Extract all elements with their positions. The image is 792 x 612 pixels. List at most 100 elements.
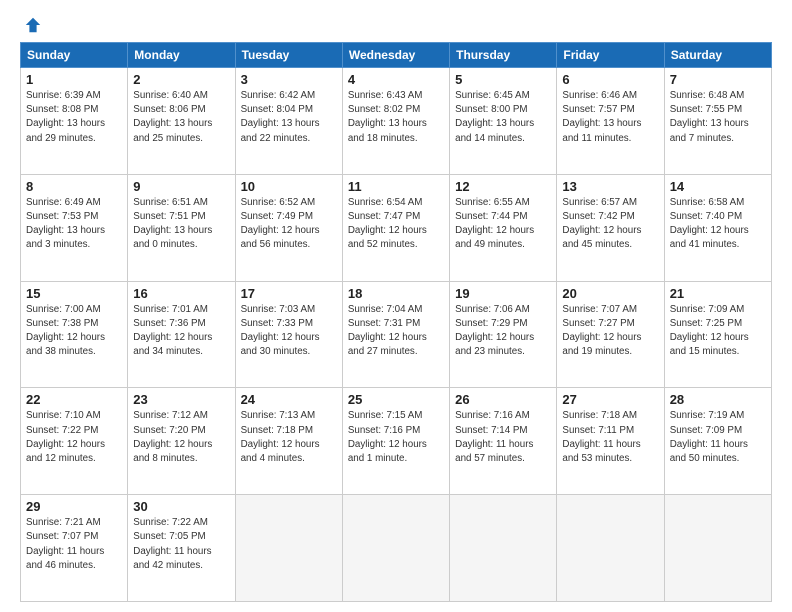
- week-row-2: 8 Sunrise: 6:49 AMSunset: 7:53 PMDaylight…: [21, 174, 772, 281]
- calendar-cell: 13Sunrise: 6:57 AMSunset: 7:42 PMDayligh…: [557, 174, 664, 281]
- cell-info: Sunrise: 6:51 AMSunset: 7:51 PMDaylight:…: [133, 196, 229, 253]
- cell-info: Sunrise: 7:12 AMSunset: 7:20 PMDaylight:…: [133, 409, 229, 466]
- calendar-cell: 17Sunrise: 7:03 AMSunset: 7:33 PMDayligh…: [235, 281, 342, 388]
- calendar-cell: [450, 495, 557, 602]
- cell-info: Sunrise: 7:06 AMSunset: 7:29 PMDaylight:…: [455, 303, 551, 360]
- cell-info: Sunrise: 6:58 AMSunset: 7:40 PMDaylight:…: [670, 196, 766, 253]
- day-number: 11: [348, 179, 444, 194]
- calendar-cell: 21 Sunrise: 7:09 AMSunset: 7:25 PMDayligh…: [664, 281, 771, 388]
- cell-info: Sunrise: 7:09 AMSunset: 7:25 PMDaylight:…: [670, 303, 766, 360]
- cell-info: Sunrise: 6:52 AMSunset: 7:49 PMDaylight:…: [241, 196, 337, 253]
- day-number: 30: [133, 499, 229, 514]
- calendar-cell: 18Sunrise: 7:04 AMSunset: 7:31 PMDayligh…: [342, 281, 449, 388]
- day-number: 26: [455, 392, 551, 407]
- calendar-cell: [664, 495, 771, 602]
- cell-info: Sunrise: 7:22 AMSunset: 7:05 PMDaylight:…: [133, 516, 229, 573]
- cell-info: Sunrise: 7:16 AMSunset: 7:14 PMDaylight:…: [455, 409, 551, 466]
- calendar-cell: 16 Sunrise: 7:01 AMSunset: 7:36 PMDayligh…: [128, 281, 235, 388]
- week-row-4: 22 Sunrise: 7:10 AMSunset: 7:22 PMDayligh…: [21, 388, 772, 495]
- cell-info: Sunrise: 7:01 AMSunset: 7:36 PMDaylight:…: [133, 303, 229, 360]
- day-number: 22: [26, 392, 122, 407]
- calendar-cell: 25Sunrise: 7:15 AMSunset: 7:16 PMDayligh…: [342, 388, 449, 495]
- calendar-cell: 12 Sunrise: 6:55 AMSunset: 7:44 PMDayligh…: [450, 174, 557, 281]
- calendar-cell: 5Sunrise: 6:45 AMSunset: 8:00 PMDaylight…: [450, 68, 557, 175]
- day-number: 23: [133, 392, 229, 407]
- calendar-cell: 28 Sunrise: 7:19 AMSunset: 7:09 PMDayligh…: [664, 388, 771, 495]
- calendar-cell: 23 Sunrise: 7:12 AMSunset: 7:20 PMDayligh…: [128, 388, 235, 495]
- calendar-cell: [557, 495, 664, 602]
- day-number: 28: [670, 392, 766, 407]
- calendar-cell: [342, 495, 449, 602]
- weekday-header-thursday: Thursday: [450, 43, 557, 68]
- day-number: 24: [241, 392, 337, 407]
- calendar-cell: 24 Sunrise: 7:13 AMSunset: 7:18 PMDayligh…: [235, 388, 342, 495]
- cell-info: Sunrise: 7:13 AMSunset: 7:18 PMDaylight:…: [241, 409, 337, 466]
- day-number: 13: [562, 179, 658, 194]
- day-number: 18: [348, 286, 444, 301]
- calendar-cell: [235, 495, 342, 602]
- day-number: 7: [670, 72, 766, 87]
- header: [20, 16, 772, 34]
- calendar-cell: 26 Sunrise: 7:16 AMSunset: 7:14 PMDayligh…: [450, 388, 557, 495]
- cell-info: Sunrise: 7:10 AMSunset: 7:22 PMDaylight:…: [26, 409, 122, 466]
- cell-info: Sunrise: 6:45 AMSunset: 8:00 PMDaylight:…: [455, 89, 551, 146]
- day-number: 14: [670, 179, 766, 194]
- logo: [20, 16, 42, 34]
- calendar-cell: 6Sunrise: 6:46 AMSunset: 7:57 PMDaylight…: [557, 68, 664, 175]
- cell-info: Sunrise: 6:55 AMSunset: 7:44 PMDaylight:…: [455, 196, 551, 253]
- cell-info: Sunrise: 7:18 AMSunset: 7:11 PMDaylight:…: [562, 409, 658, 466]
- cell-info: Sunrise: 6:46 AMSunset: 7:57 PMDaylight:…: [562, 89, 658, 146]
- day-number: 21: [670, 286, 766, 301]
- cell-info: Sunrise: 6:54 AMSunset: 7:47 PMDaylight:…: [348, 196, 444, 253]
- logo-icon: [24, 16, 42, 34]
- day-number: 20: [562, 286, 658, 301]
- calendar-cell: 29Sunrise: 7:21 AMSunset: 7:07 PMDayligh…: [21, 495, 128, 602]
- weekday-header-tuesday: Tuesday: [235, 43, 342, 68]
- day-number: 12: [455, 179, 551, 194]
- calendar-cell: 2 Sunrise: 6:40 AMSunset: 8:06 PMDaylight…: [128, 68, 235, 175]
- weekday-header-saturday: Saturday: [664, 43, 771, 68]
- weekday-header-monday: Monday: [128, 43, 235, 68]
- calendar-cell: 11 Sunrise: 6:54 AMSunset: 7:47 PMDayligh…: [342, 174, 449, 281]
- day-number: 15: [26, 286, 122, 301]
- calendar-cell: 4 Sunrise: 6:43 AMSunset: 8:02 PMDaylight…: [342, 68, 449, 175]
- calendar-cell: 19 Sunrise: 7:06 AMSunset: 7:29 PMDayligh…: [450, 281, 557, 388]
- cell-info: Sunrise: 6:49 AMSunset: 7:53 PMDaylight:…: [26, 196, 122, 253]
- cell-info: Sunrise: 7:00 AMSunset: 7:38 PMDaylight:…: [26, 303, 122, 360]
- day-number: 17: [241, 286, 337, 301]
- cell-info: Sunrise: 6:39 AMSunset: 8:08 PMDaylight:…: [26, 89, 122, 146]
- calendar-cell: 1Sunrise: 6:39 AMSunset: 8:08 PMDaylight…: [21, 68, 128, 175]
- calendar-cell: 20 Sunrise: 7:07 AMSunset: 7:27 PMDayligh…: [557, 281, 664, 388]
- weekday-header-sunday: Sunday: [21, 43, 128, 68]
- day-number: 9: [133, 179, 229, 194]
- day-number: 29: [26, 499, 122, 514]
- cell-info: Sunrise: 7:07 AMSunset: 7:27 PMDaylight:…: [562, 303, 658, 360]
- weekday-header-wednesday: Wednesday: [342, 43, 449, 68]
- weekday-header-row: SundayMondayTuesdayWednesdayThursdayFrid…: [21, 43, 772, 68]
- calendar-cell: 27 Sunrise: 7:18 AMSunset: 7:11 PMDayligh…: [557, 388, 664, 495]
- day-number: 10: [241, 179, 337, 194]
- cell-info: Sunrise: 7:19 AMSunset: 7:09 PMDaylight:…: [670, 409, 766, 466]
- day-number: 19: [455, 286, 551, 301]
- day-number: 8: [26, 179, 122, 194]
- day-number: 25: [348, 392, 444, 407]
- week-row-1: 1Sunrise: 6:39 AMSunset: 8:08 PMDaylight…: [21, 68, 772, 175]
- calendar-cell: 15 Sunrise: 7:00 AMSunset: 7:38 PMDayligh…: [21, 281, 128, 388]
- week-row-5: 29Sunrise: 7:21 AMSunset: 7:07 PMDayligh…: [21, 495, 772, 602]
- calendar-table: SundayMondayTuesdayWednesdayThursdayFrid…: [20, 42, 772, 602]
- calendar-cell: 7 Sunrise: 6:48 AMSunset: 7:55 PMDaylight…: [664, 68, 771, 175]
- day-number: 2: [133, 72, 229, 87]
- calendar-cell: 8 Sunrise: 6:49 AMSunset: 7:53 PMDaylight…: [21, 174, 128, 281]
- calendar-cell: 22 Sunrise: 7:10 AMSunset: 7:22 PMDayligh…: [21, 388, 128, 495]
- day-number: 16: [133, 286, 229, 301]
- calendar-cell: 14 Sunrise: 6:58 AMSunset: 7:40 PMDayligh…: [664, 174, 771, 281]
- cell-info: Sunrise: 6:40 AMSunset: 8:06 PMDaylight:…: [133, 89, 229, 146]
- calendar-cell: 30 Sunrise: 7:22 AMSunset: 7:05 PMDayligh…: [128, 495, 235, 602]
- cell-info: Sunrise: 6:48 AMSunset: 7:55 PMDaylight:…: [670, 89, 766, 146]
- weekday-header-friday: Friday: [557, 43, 664, 68]
- day-number: 4: [348, 72, 444, 87]
- cell-info: Sunrise: 6:43 AMSunset: 8:02 PMDaylight:…: [348, 89, 444, 146]
- day-number: 27: [562, 392, 658, 407]
- page: SundayMondayTuesdayWednesdayThursdayFrid…: [0, 0, 792, 612]
- day-number: 3: [241, 72, 337, 87]
